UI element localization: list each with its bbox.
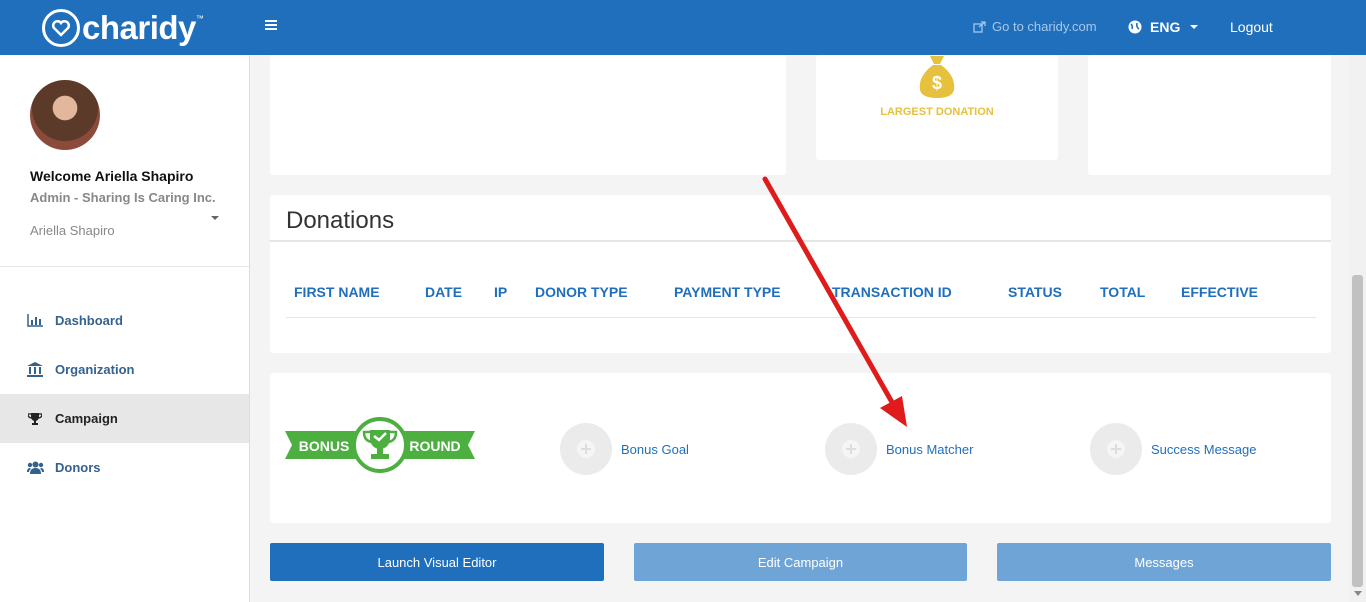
- page-scrollbar[interactable]: [1350, 55, 1366, 602]
- user-role: Admin - Sharing Is Caring Inc.: [30, 190, 216, 205]
- bank-icon: [26, 362, 44, 377]
- trophy-icon: [26, 412, 44, 426]
- sidebar-item-label: Campaign: [55, 411, 118, 426]
- sidebar-item-donors[interactable]: Donors: [0, 443, 249, 492]
- column-header-transaction-id[interactable]: TRANSACTION ID: [832, 284, 952, 300]
- stats-card-right: [1088, 55, 1331, 175]
- globe-icon: [1128, 20, 1142, 34]
- charidy-logo[interactable]: charidy ™: [42, 9, 204, 47]
- heart-logo-icon: [42, 9, 80, 47]
- plus-circle-icon[interactable]: [560, 423, 612, 475]
- user-select-caret-icon[interactable]: [211, 216, 219, 220]
- bonus-goal-label[interactable]: Bonus Goal: [621, 442, 689, 457]
- table-divider: [286, 317, 1316, 318]
- edit-campaign-button[interactable]: Edit Campaign: [634, 543, 967, 581]
- sidebar-divider: [0, 266, 249, 267]
- column-header-donor-type[interactable]: DONOR TYPE: [535, 284, 628, 300]
- donations-title: Donations: [286, 207, 395, 234]
- sidebar: Welcome Ariella Shapiro Admin - Sharing …: [0, 55, 250, 602]
- user-select[interactable]: Ariella Shapiro: [30, 223, 115, 238]
- plus-circle-icon[interactable]: [1090, 423, 1142, 475]
- column-header-ip[interactable]: IP: [494, 284, 507, 300]
- plus-circle-icon[interactable]: [825, 423, 877, 475]
- sidebar-item-label: Organization: [55, 362, 135, 377]
- success-message-option[interactable]: Success Message: [1090, 423, 1257, 475]
- column-header-status[interactable]: STATUS: [1008, 284, 1062, 300]
- language-label: ENG: [1150, 19, 1181, 35]
- top-navbar: charidy ™ Go to charidy.com ENG Logout: [0, 0, 1366, 55]
- bonus-logo-right-text: ROUND: [409, 438, 460, 454]
- scroll-down-arrow-icon[interactable]: [1354, 591, 1362, 596]
- largest-donation-label: LARGEST DONATION: [880, 106, 994, 118]
- chevron-down-icon: [1190, 25, 1199, 29]
- donations-card: [270, 195, 1331, 353]
- donations-header-divider: [270, 240, 1331, 242]
- sidebar-item-label: Dashboard: [55, 313, 123, 328]
- go-to-charidy-link[interactable]: Go to charidy.com: [973, 19, 1097, 34]
- avatar: [30, 80, 100, 150]
- bar-chart-icon: [26, 314, 44, 328]
- column-header-date[interactable]: DATE: [425, 284, 462, 300]
- bonus-matcher-label[interactable]: Bonus Matcher: [886, 442, 973, 457]
- column-header-effective[interactable]: EFFECTIVE: [1181, 284, 1258, 300]
- bonus-goal-option[interactable]: Bonus Goal: [560, 423, 689, 475]
- sidebar-item-dashboard[interactable]: Dashboard: [0, 296, 249, 345]
- bonus-matcher-option[interactable]: Bonus Matcher: [825, 423, 973, 475]
- column-header-payment-type[interactable]: PAYMENT TYPE: [674, 284, 781, 300]
- scrollbar-thumb[interactable]: [1352, 275, 1363, 587]
- money-bag-icon: $: [919, 56, 955, 98]
- welcome-text: Welcome Ariella Shapiro: [30, 168, 194, 184]
- bonus-logo-left-text: BONUS: [299, 438, 350, 454]
- logout-link[interactable]: Logout: [1230, 19, 1273, 35]
- success-message-label[interactable]: Success Message: [1151, 442, 1257, 457]
- go-to-charidy-label: Go to charidy.com: [992, 19, 1097, 34]
- column-header-total[interactable]: TOTAL: [1100, 284, 1145, 300]
- sidebar-item-label: Donors: [55, 460, 101, 475]
- logo-trademark: ™: [195, 13, 204, 23]
- sidebar-item-organization[interactable]: Organization: [0, 345, 249, 394]
- messages-button[interactable]: Messages: [997, 543, 1331, 581]
- launch-visual-editor-button[interactable]: Launch Visual Editor: [270, 543, 604, 581]
- logo-text: charidy: [82, 9, 196, 46]
- hamburger-menu-icon[interactable]: [265, 20, 277, 32]
- stats-card-left: [270, 55, 786, 175]
- language-dropdown[interactable]: ENG: [1128, 19, 1199, 35]
- sidebar-item-campaign[interactable]: Campaign: [0, 394, 249, 443]
- bonus-round-logo: BONUS ROUND: [285, 417, 475, 473]
- svg-text:$: $: [932, 73, 942, 93]
- users-icon: [26, 461, 44, 475]
- column-header-first-name[interactable]: FIRST NAME: [294, 284, 380, 300]
- external-link-icon: [973, 20, 986, 33]
